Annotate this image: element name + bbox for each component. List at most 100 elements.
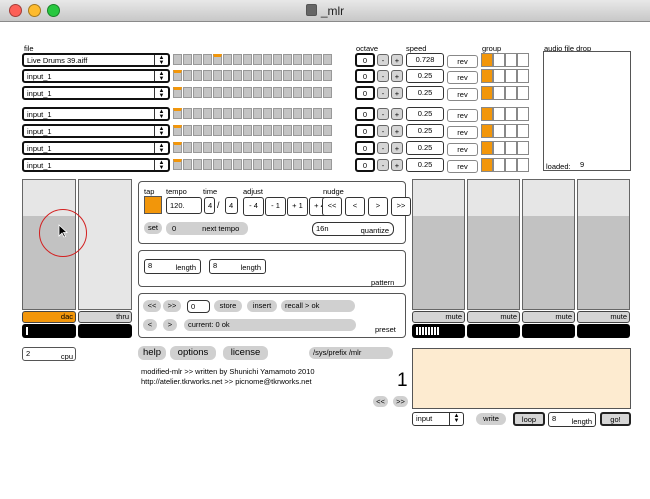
- preset-prev-fast-button[interactable]: <<: [143, 300, 161, 312]
- step-cell[interactable]: [323, 108, 332, 119]
- step-cell[interactable]: [223, 70, 232, 81]
- step-cell[interactable]: [223, 159, 232, 170]
- step-cell[interactable]: [213, 54, 222, 65]
- channel-slider[interactable]: [467, 179, 520, 310]
- step-cell[interactable]: [233, 142, 242, 153]
- step-cell[interactable]: [183, 159, 192, 170]
- step-cell[interactable]: [263, 54, 272, 65]
- step-grid[interactable]: [173, 125, 332, 136]
- step-cell[interactable]: [243, 142, 252, 153]
- group-cell[interactable]: [517, 107, 529, 121]
- step-cell[interactable]: [313, 87, 322, 98]
- step-cell[interactable]: [253, 54, 262, 65]
- step-cell[interactable]: [323, 142, 332, 153]
- group-cell[interactable]: [517, 86, 529, 100]
- step-cell[interactable]: [273, 142, 282, 153]
- step-cell[interactable]: [263, 108, 272, 119]
- step-cell[interactable]: [203, 125, 212, 136]
- octave-up-button[interactable]: +: [391, 142, 403, 154]
- adjust-button[interactable]: - 1: [265, 197, 286, 216]
- group-cell[interactable]: [493, 158, 505, 172]
- group-cell[interactable]: [493, 86, 505, 100]
- step-cell[interactable]: [303, 159, 312, 170]
- group-cell[interactable]: [517, 53, 529, 67]
- group-cell[interactable]: [517, 141, 529, 155]
- step-grid[interactable]: [173, 142, 332, 153]
- group-cell[interactable]: [481, 124, 493, 138]
- step-cell[interactable]: [313, 70, 322, 81]
- step-cell[interactable]: [243, 159, 252, 170]
- step-cell[interactable]: [223, 125, 232, 136]
- step-cell[interactable]: [223, 87, 232, 98]
- help-button[interactable]: help: [138, 346, 166, 360]
- step-cell[interactable]: [183, 142, 192, 153]
- step-cell[interactable]: [183, 54, 192, 65]
- group-cell[interactable]: [505, 107, 517, 121]
- step-cell[interactable]: [193, 159, 202, 170]
- step-grid[interactable]: [173, 54, 332, 65]
- step-cell[interactable]: [233, 54, 242, 65]
- group-selector[interactable]: [481, 141, 529, 155]
- go-button[interactable]: go!: [600, 412, 631, 426]
- write-button[interactable]: write: [476, 413, 506, 425]
- step-cell[interactable]: [193, 125, 202, 136]
- step-cell[interactable]: [293, 142, 302, 153]
- group-selector[interactable]: [481, 86, 529, 100]
- step-cell[interactable]: [233, 70, 242, 81]
- speed-field[interactable]: 0.25: [406, 107, 444, 121]
- step-cell[interactable]: [193, 87, 202, 98]
- step-cell[interactable]: [323, 159, 332, 170]
- nudge-button[interactable]: >: [368, 197, 388, 216]
- step-cell[interactable]: [263, 159, 272, 170]
- rev-button[interactable]: rev: [447, 126, 478, 139]
- step-grid[interactable]: [173, 70, 332, 81]
- preset-next-fast-button[interactable]: >>: [163, 300, 181, 312]
- time-denominator[interactable]: 4: [225, 197, 238, 214]
- step-cell[interactable]: [303, 87, 312, 98]
- step-cell[interactable]: [183, 125, 192, 136]
- octave-field[interactable]: 0: [355, 86, 375, 100]
- input-select[interactable]: input ▲ ▼: [412, 412, 464, 426]
- octave-field[interactable]: 0: [355, 107, 375, 121]
- adjust-button[interactable]: - 4: [243, 197, 264, 216]
- step-cell[interactable]: [223, 108, 232, 119]
- step-cell[interactable]: [173, 108, 182, 119]
- group-cell[interactable]: [481, 158, 493, 172]
- group-cell[interactable]: [481, 69, 493, 83]
- mute-button[interactable]: mute: [467, 311, 520, 323]
- step-cell[interactable]: [183, 108, 192, 119]
- recall-button[interactable]: recall > ok: [281, 300, 355, 312]
- group-cell[interactable]: [493, 141, 505, 155]
- group-selector[interactable]: [481, 158, 529, 172]
- license-button[interactable]: license: [223, 346, 268, 360]
- rev-button[interactable]: rev: [447, 143, 478, 156]
- step-cell[interactable]: [263, 125, 272, 136]
- rev-button[interactable]: rev: [447, 88, 478, 101]
- step-cell[interactable]: [293, 108, 302, 119]
- step-cell[interactable]: [313, 54, 322, 65]
- step-grid[interactable]: [173, 159, 332, 170]
- octave-up-button[interactable]: +: [391, 125, 403, 137]
- octave-down-button[interactable]: -: [377, 142, 389, 154]
- octave-up-button[interactable]: +: [391, 159, 403, 171]
- speed-field[interactable]: 0.25: [406, 141, 444, 155]
- group-cell[interactable]: [505, 124, 517, 138]
- file-select[interactable]: input_1 ▲ ▼: [22, 86, 170, 100]
- speed-field[interactable]: 0.25: [406, 69, 444, 83]
- step-cell[interactable]: [303, 125, 312, 136]
- octave-field[interactable]: 0: [355, 69, 375, 83]
- group-cell[interactable]: [517, 69, 529, 83]
- step-cell[interactable]: [303, 142, 312, 153]
- mute-button[interactable]: mute: [412, 311, 465, 323]
- step-cell[interactable]: [233, 87, 242, 98]
- step-cell[interactable]: [303, 70, 312, 81]
- step-cell[interactable]: [323, 70, 332, 81]
- step-cell[interactable]: [203, 87, 212, 98]
- group-cell[interactable]: [505, 158, 517, 172]
- step-cell[interactable]: [173, 142, 182, 153]
- step-cell[interactable]: [263, 87, 272, 98]
- step-cell[interactable]: [283, 54, 292, 65]
- preset-prev-button[interactable]: <: [143, 319, 157, 331]
- group-cell[interactable]: [505, 69, 517, 83]
- group-cell[interactable]: [493, 107, 505, 121]
